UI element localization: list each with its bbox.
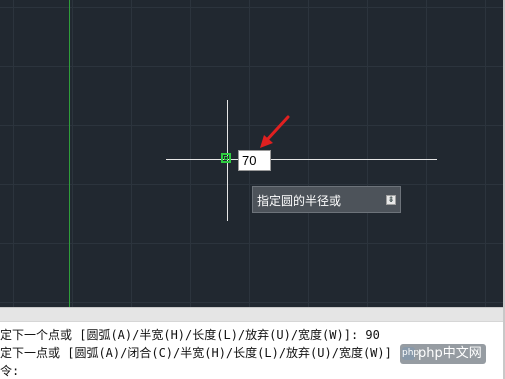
dynamic-prompt-tooltip: 指定圆的半径或 ⇟	[252, 186, 401, 213]
command-history-line: 令:	[0, 364, 20, 378]
pickbox-center	[224, 156, 228, 160]
drawing-canvas[interactable]: 指定圆的半径或 ⇟	[0, 0, 503, 307]
command-history-line: 定下一点或 [圆弧(A)/闭合(C)/半宽(H)/长度(L)/放弃(U)/宽度(…	[0, 346, 392, 360]
y-axis-line	[69, 0, 70, 307]
command-line-splitter[interactable]	[0, 307, 503, 321]
command-history-line: 定下一个点或 [圆弧(A)/半宽(H)/长度(L)/放弃(U)/宽度(W)]: …	[0, 328, 380, 342]
dynamic-input-field[interactable]	[238, 150, 271, 171]
php-site-watermark: php php中文网	[400, 344, 486, 364]
tooltip-prompt-text: 指定圆的半径或	[257, 194, 342, 208]
php-logo-icon: php	[402, 347, 420, 360]
red-arrow-annotation-icon	[260, 115, 290, 148]
cad-window: 指定圆的半径或 ⇟ 定下一个点或 [圆弧(A)/半宽(H)/长度(L)/放弃(U…	[0, 0, 505, 379]
watermark-text: php中文网	[418, 346, 482, 361]
tooltip-options-down-arrow-icon[interactable]: ⇟	[386, 195, 396, 205]
crosshair-horizontal	[166, 159, 437, 160]
